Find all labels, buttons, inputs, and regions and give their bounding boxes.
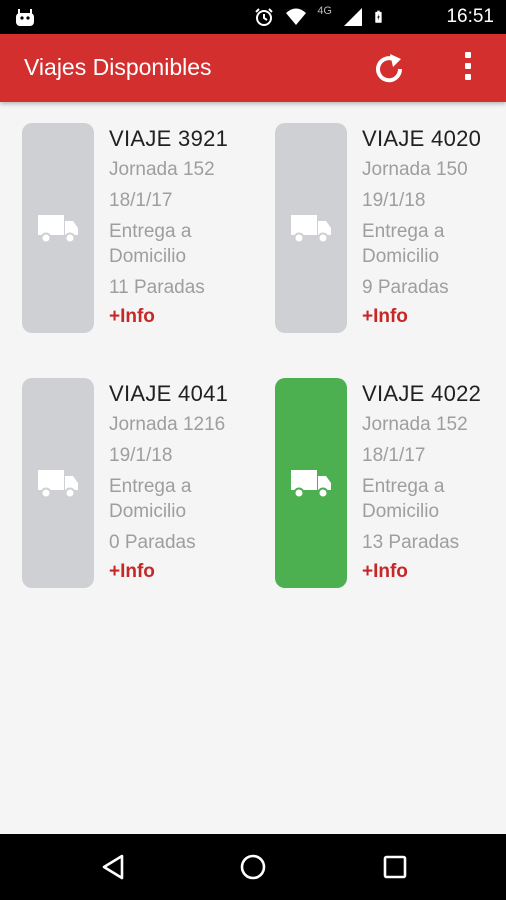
trip-jornada: Jornada 152 [109,159,215,180]
back-icon[interactable] [98,852,128,882]
trip-delivery-line2: Domicilio [109,246,187,267]
trip-delivery-line2: Domicilio [362,501,440,522]
system-nav-bar [0,834,506,900]
wifi-icon [286,8,307,25]
app-bar: Viajes Disponibles [0,34,506,102]
trip-date: 19/1/18 [109,445,173,466]
trip-title: VIAJE 4022 [362,381,482,406]
trip-status-tile [22,123,94,333]
trip-title: VIAJE 4041 [109,381,229,406]
trip-info: VIAJE 4022 Jornada 152 18/1/17 Entrega a… [362,378,481,583]
more-info-link[interactable]: +Info [362,306,408,328]
trip-title: VIAJE 3921 [109,126,229,151]
overflow-menu-icon[interactable] [458,52,478,86]
truck-icon [291,215,331,244]
trip-delivery-line1: Entrega a [109,476,192,497]
trip-stops: 11 Paradas [109,277,205,298]
recents-icon[interactable] [380,852,410,882]
battery-icon [375,10,382,23]
trip-delivery-line2: Domicilio [109,501,187,522]
menu-dot [465,74,471,80]
home-icon[interactable] [238,852,268,882]
trip-info: VIAJE 4020 Jornada 150 19/1/18 Entrega a… [362,123,481,328]
trip-date: 18/1/17 [109,190,173,211]
trip-card[interactable]: VIAJE 4020 Jornada 150 19/1/18 Entrega a… [275,123,506,333]
truck-icon [38,215,78,244]
trips-grid: VIAJE 3921 Jornada 152 18/1/17 Entrega a… [0,102,506,834]
menu-dot [465,63,471,69]
trip-date: 18/1/17 [362,445,426,466]
trip-delivery-line1: Entrega a [362,221,445,242]
trip-stops: 9 Paradas [362,277,449,298]
trip-card[interactable]: VIAJE 4041 Jornada 1216 19/1/18 Entrega … [22,378,262,588]
trip-jornada: Jornada 1216 [109,414,226,435]
trip-card[interactable]: VIAJE 4022 Jornada 152 18/1/17 Entrega a… [275,378,506,588]
trip-stops: 0 Paradas [109,532,196,553]
trip-delivery-line2: Domicilio [362,246,440,267]
trip-status-tile [275,378,347,588]
trip-delivery-line1: Entrega a [362,476,445,497]
page-title: Viajes Disponibles [24,54,212,80]
trip-jornada: Jornada 150 [362,159,468,180]
trip-delivery-line1: Entrega a [109,221,192,242]
more-info-link[interactable]: +Info [362,561,408,583]
refresh-icon[interactable] [370,50,408,88]
clock: 16:51 [446,6,494,27]
trip-stops: 13 Paradas [362,532,460,553]
trip-status-tile [275,123,347,333]
trip-title: VIAJE 4020 [362,126,482,151]
truck-icon [291,470,331,499]
alarm-icon [255,8,274,26]
trip-info: VIAJE 3921 Jornada 152 18/1/17 Entrega a… [109,123,228,328]
trip-status-tile [22,378,94,588]
menu-dot [465,52,471,58]
trip-card[interactable]: VIAJE 3921 Jornada 152 18/1/17 Entrega a… [22,123,262,333]
truck-icon [38,470,78,499]
more-info-link[interactable]: +Info [109,306,155,328]
more-info-link[interactable]: +Info [109,561,155,583]
trip-date: 19/1/18 [362,190,426,211]
signal-icon [344,8,362,26]
trip-info: VIAJE 4041 Jornada 1216 19/1/18 Entrega … [109,378,228,583]
trip-jornada: Jornada 152 [362,414,468,435]
status-bar: 4G 16:51 [0,0,506,34]
network-type-label: 4G [317,5,332,17]
android-icon [16,9,34,26]
